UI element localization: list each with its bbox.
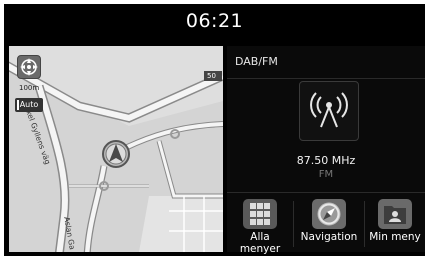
map-orientation-button[interactable] bbox=[17, 55, 41, 79]
radio-tile[interactable] bbox=[299, 81, 359, 141]
my-menu-label: Min meny bbox=[369, 231, 421, 243]
head-unit-screen: 06:21 50 Axel Gyllens väg Aslan Ga 100m … bbox=[4, 4, 425, 256]
my-menu-button[interactable]: Min meny bbox=[365, 193, 425, 253]
compass-icon bbox=[20, 58, 38, 76]
auto-label: Auto bbox=[19, 100, 39, 109]
media-source-bar[interactable]: DAB/FM bbox=[227, 46, 425, 79]
folder-person-icon bbox=[378, 199, 412, 229]
navigation-button[interactable]: Navigation bbox=[294, 193, 364, 253]
map-view[interactable]: 50 Axel Gyllens väg Aslan Ga 100m Auto bbox=[9, 46, 223, 252]
media-source-label: DAB/FM bbox=[235, 55, 278, 68]
clock: 06:21 bbox=[185, 10, 244, 32]
all-menus-label: Alla menyer bbox=[239, 231, 281, 255]
launcher-bar: Alla menyer Navigation Min meny bbox=[227, 192, 425, 255]
auto-view-button[interactable]: Auto bbox=[15, 98, 43, 112]
scale-label: 100m bbox=[19, 84, 40, 92]
compass-nav-icon bbox=[312, 199, 346, 229]
grid-icon bbox=[243, 199, 277, 229]
status-bar: 06:21 bbox=[4, 4, 425, 42]
auto-indicator-icon bbox=[17, 100, 19, 110]
road-number-badge: 50 bbox=[207, 72, 216, 80]
all-menus-button[interactable]: Alla menyer bbox=[227, 193, 293, 255]
broadcast-icon bbox=[310, 92, 348, 128]
media-panel: DAB/FM 87.50 MHz FM Alla menyer Navigati… bbox=[227, 46, 425, 255]
navigation-label: Navigation bbox=[300, 231, 358, 243]
map-scale: 100m Auto bbox=[15, 84, 43, 115]
frequency-readout: 87.50 MHz bbox=[296, 154, 356, 167]
band-label: FM bbox=[318, 169, 334, 180]
